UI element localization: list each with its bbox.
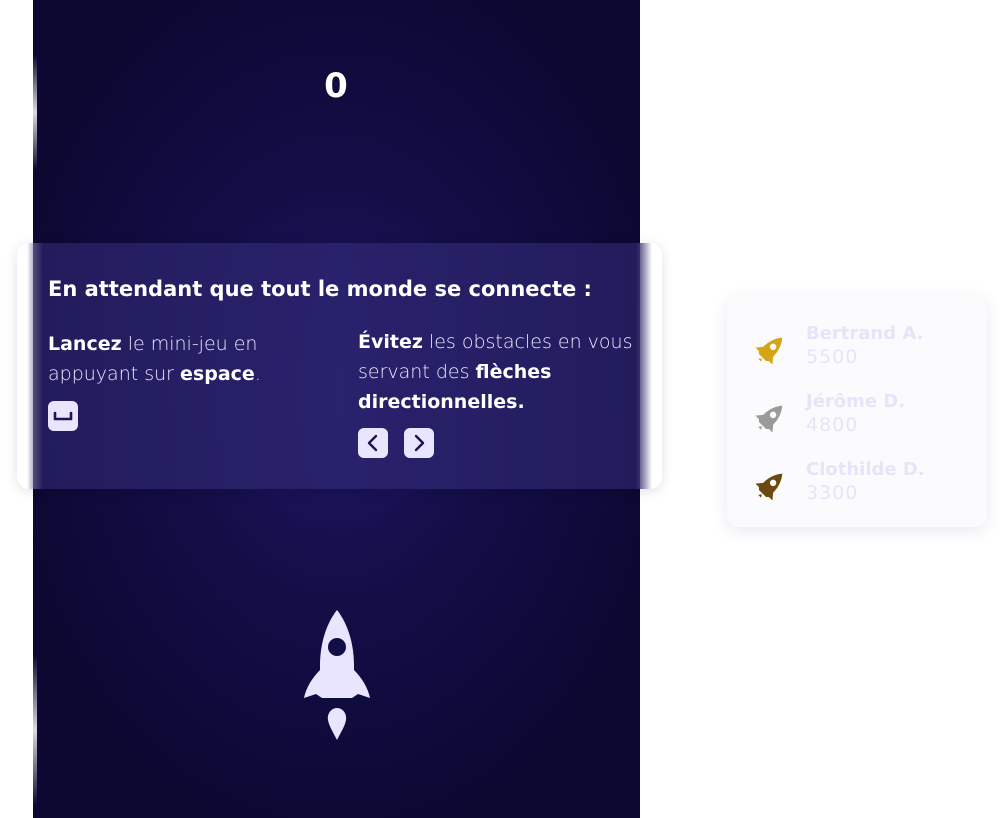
player-rocket-icon <box>304 610 370 740</box>
rocket-silver-icon <box>755 405 783 433</box>
arrow-left-icon <box>367 434 378 452</box>
rocket-bronze-icon <box>755 473 783 501</box>
score-display: 0 <box>324 66 349 106</box>
edge-glow <box>33 655 37 805</box>
leaderboard-entry: Clothilde D. 3300 <box>727 457 987 513</box>
rocket-gold-icon <box>755 337 783 365</box>
launch-verb: Lancez <box>48 333 122 355</box>
avoid-instruction: Évitez les obstacles en vous servant des… <box>358 327 638 417</box>
left-arrow-key <box>358 428 388 458</box>
player-name: Bertrand A. <box>806 323 924 344</box>
space-bar-icon <box>53 411 73 421</box>
instructions-panel: En attendant que tout le monde se connec… <box>17 243 662 489</box>
stage: 0 En attendant que tout le monde se conn… <box>0 0 1004 818</box>
leaderboard-entry: Bertrand A. 5500 <box>727 321 987 377</box>
leaderboard-entry: Jérôme D. 4800 <box>727 389 987 445</box>
player-score: 5500 <box>806 346 859 368</box>
leaderboard: Bertrand A. 5500 Jérôme D. 4800 Clothild… <box>727 295 987 527</box>
instructions-title: En attendant que tout le monde se connec… <box>48 277 592 301</box>
avoid-verb: Évitez <box>358 331 423 353</box>
launch-key-name: espace <box>180 363 255 385</box>
arrow-right-icon <box>414 434 425 452</box>
player-name: Clothilde D. <box>806 459 925 480</box>
launch-instruction: Lancez le mini-jeu en appuyant sur espac… <box>48 329 318 389</box>
player-name: Jérôme D. <box>806 391 906 412</box>
right-arrow-key <box>404 428 434 458</box>
player-score: 4800 <box>806 414 859 436</box>
launch-text-end: . <box>254 363 261 385</box>
space-key <box>48 401 78 431</box>
player-score: 3300 <box>806 482 859 504</box>
